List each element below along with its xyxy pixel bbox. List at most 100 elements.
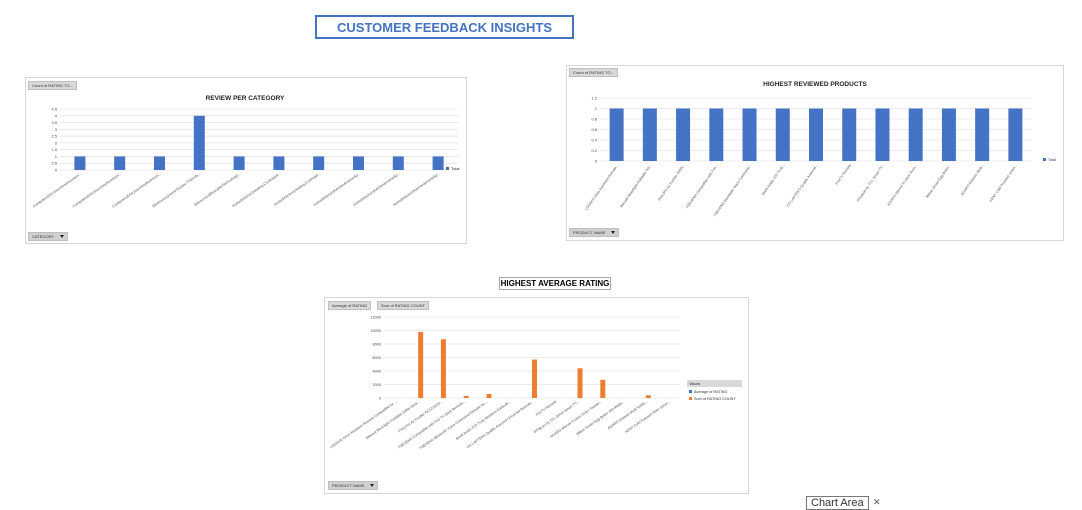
x-tick-label: PHILIPS Air Purifier 3000i... [657, 163, 686, 201]
dropdown-arrow-icon [370, 484, 374, 487]
axis-button-label: CATEGORY [32, 234, 54, 239]
y-tick-label: 1.5 [51, 147, 57, 152]
y-tick-label: 6000 [373, 356, 381, 360]
y-tick-label: 0 [595, 159, 598, 164]
legend-swatch [689, 390, 692, 393]
legend-label: Sum of RATING COUNT [694, 397, 736, 401]
x-tick-label: iFFalcon by TCL Smart TV... [856, 163, 885, 202]
y-tick-label: 8000 [373, 343, 381, 347]
chart-panel-highest-average-rating[interactable]: Average of RATING Sum of RATING COUNT 0 2… [324, 297, 749, 494]
y-tick-label: 3.5 [51, 120, 57, 125]
bar [743, 109, 757, 162]
bar [646, 395, 651, 398]
dropdown-arrow-icon [60, 235, 64, 238]
x-tick-label: KENT Cold Pressed Juicer... [989, 163, 1018, 203]
chart-highest-reviewed-products: HIGHEST REVIEWED PRODUCTS00.20.40.60.811… [567, 74, 1063, 232]
y-tick-label: 0 [55, 168, 58, 173]
product-name-filter-button[interactable]: PRODUCT NAME [569, 228, 619, 237]
bar [909, 109, 923, 162]
y-tick-label: 2000 [373, 383, 381, 387]
legend-label: Total [1048, 158, 1056, 162]
x-tick-label: KENT Cold Pressed Slow Juicer... [624, 400, 671, 434]
bar [313, 156, 324, 170]
y-tick-label: 1 [595, 106, 598, 111]
bar [486, 394, 491, 398]
y-tick-label: 10000 [370, 329, 381, 333]
bar [600, 380, 605, 398]
legend-swatch [446, 167, 449, 170]
bar [532, 360, 537, 398]
product-name-filter-button[interactable]: PRODUCT NAME [328, 481, 378, 490]
bar [74, 156, 85, 170]
y-tick-label: 4.5 [51, 107, 57, 112]
y-tick-label: 4 [55, 113, 58, 118]
chart-panel-highest-reviewed-products[interactable]: Count of RATING TO... HIGHEST REVIEWED P… [566, 65, 1064, 241]
legend-swatch [1043, 158, 1046, 161]
bar [1008, 109, 1022, 162]
bar [418, 332, 423, 398]
axis-button-label: PRODUCT NAME [332, 483, 364, 488]
axis-button-label: PRODUCT NAME [573, 230, 605, 235]
dashboard-title: CUSTOMER FEEDBACK INSIGHTS [315, 15, 574, 39]
y-tick-label: 1.2 [591, 96, 597, 101]
bar [975, 109, 989, 162]
x-tick-label: Home&Kitchen|Kitchen&HomeAp... [392, 172, 440, 208]
bar [273, 156, 284, 170]
bar [441, 339, 446, 398]
bar [610, 109, 624, 162]
bar [776, 109, 790, 162]
x-tick-label: FireTV Remote [835, 163, 852, 185]
x-tick-label: Wecool Moonlight Foldable Sel... [619, 163, 652, 208]
bar [194, 116, 205, 170]
x-tick-label: Milton Smart Egg Boiler 360-Watts... [576, 400, 626, 437]
legend-swatch [689, 397, 692, 400]
dropdown-arrow-icon [611, 231, 615, 234]
y-tick-label: 0 [379, 397, 381, 401]
highest-average-rating-heading: HIGHEST AVERAGE RATING [499, 277, 611, 290]
bar [942, 109, 956, 162]
bar [875, 109, 889, 162]
x-tick-label: iFFalcon by TCL 80cm Smart TV... [533, 400, 580, 435]
y-tick-label: 2 [55, 140, 58, 145]
x-tick-label: AGARO Marvel 9 Liters Oven... [886, 163, 918, 206]
chart-panel-review-per-category[interactable]: Count of RATING TO... REVIEW PER CATEGOR… [25, 77, 467, 244]
bar [234, 156, 245, 170]
y-tick-label: 2.5 [51, 134, 57, 139]
y-tick-label: 3 [55, 127, 58, 132]
bar [353, 156, 364, 170]
bar [154, 156, 165, 170]
bar [578, 368, 583, 398]
y-tick-label: 0.5 [51, 161, 57, 166]
legend-label: Average of RATING [694, 390, 727, 394]
bar [676, 109, 690, 162]
x-tick-label: LOHAYA Voice Assistant Remote... [584, 163, 619, 211]
chart-title: HIGHEST REVIEWED PRODUCTS [763, 81, 867, 88]
y-tick-label: 0.8 [591, 117, 597, 122]
bar [464, 396, 469, 398]
bar [393, 156, 404, 170]
y-tick-label: 1 [55, 154, 58, 159]
y-tick-label: 12000 [370, 316, 381, 320]
category-filter-button[interactable]: CATEGORY [28, 232, 68, 241]
x-tick-label: Home&Kitchen|Heating,Cooling&... [273, 172, 321, 207]
x-tick-label: AGARO Esteem Multi Kettle... [607, 400, 649, 431]
x-tick-label: FireTV Remote [535, 400, 557, 417]
x-tick-label: Electronics|WearableTechnology|... [194, 172, 242, 207]
x-tick-label: Milton Smart Egg Boiler... [925, 163, 952, 199]
chart-title: REVIEW PER CATEGORY [206, 95, 285, 102]
bar [709, 109, 723, 162]
legend-title: Values [689, 382, 700, 386]
bar [643, 109, 657, 162]
bar [842, 109, 856, 162]
chart-area-tooltip: Chart Area [806, 496, 869, 510]
x-tick-label: CS LAPTEKS Quality Assured... [786, 163, 819, 207]
close-icon: ✕ [873, 497, 881, 508]
legend-label: Total [451, 166, 460, 171]
y-tick-label: 0.4 [591, 138, 597, 143]
bar [114, 156, 125, 170]
chart-highest-average-rating: 020004000600080001000012000LOHAYA Voice … [325, 308, 748, 488]
y-tick-label: 0.2 [591, 148, 597, 153]
x-tick-label: 7SEVEN® Compatible with Fire... [685, 163, 719, 209]
bar [433, 156, 444, 170]
bar [809, 109, 823, 162]
